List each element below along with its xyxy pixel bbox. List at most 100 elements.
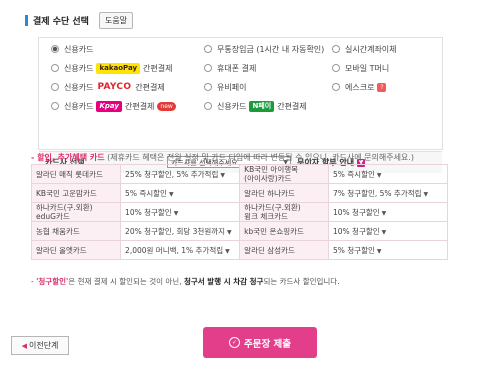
billing-discount-note: - '청구할인'은 현재 결제 시 할인되는 것이 아닌, 청구서 발행 시 차… — [31, 276, 340, 287]
benefit-cell[interactable]: 5% 즉시할인 ▼ — [327, 164, 449, 184]
table-row: KB국민 고운맘카드 5% 즉시할인 ▼ 알라딘 하나카드 7% 청구할인, 5% 추가… — [30, 183, 449, 203]
payco-logo-icon: PAYCO — [97, 81, 132, 92]
payment-option-tmoney[interactable]: 모바일 T머니 — [332, 61, 389, 75]
radio-selected-icon[interactable] — [51, 45, 59, 53]
page-title: 결제 수단 선택 — [33, 17, 89, 27]
card-name: 알라딘 매직 롯데카드 — [36, 169, 103, 179]
benefit-cell[interactable]: 25% 청구할인, 5% 추가적립 ▼ — [120, 164, 241, 184]
card-name-cell: 알라딘 삼성카드 — [239, 240, 329, 260]
table-row: 농협 채움카드 20% 청구할인, 회당 3천원까지 ▼ kb국민 온쇼핑카드 10% … — [30, 221, 449, 241]
benefit-text: 5% 청구할인 — [332, 245, 375, 255]
note-text-end: 되는 카드사 할인입니다. — [263, 277, 340, 286]
discount-card-table: 알라딘 매직 롯데카드 25% 청구할인, 5% 추가적립 ▼ KB국민 아이행복 (… — [30, 164, 449, 260]
radio-icon[interactable] — [204, 83, 212, 91]
benefit-text: 2,000원 머니백, 1% 추가적립 — [125, 245, 224, 255]
dropdown-arrow-icon: ▼ — [381, 209, 387, 217]
benefit-cell[interactable]: 5% 즉시할인 ▼ — [120, 183, 241, 203]
option-label: 휴대폰 결제 — [217, 63, 257, 73]
dropdown-arrow-icon: ▼ — [376, 171, 382, 179]
radio-icon[interactable] — [332, 45, 340, 53]
table-row: 알라딘 매직 롯데카드 25% 청구할인, 5% 추가적립 ▼ KB국민 아이행복 (… — [30, 164, 449, 184]
card-name-cell: 하나카드(구.외환) eduG카드 — [30, 202, 122, 222]
card-name-cell: 농협 채움카드 — [30, 221, 122, 241]
radio-icon[interactable] — [51, 64, 59, 72]
card-name-cell: 알라딘 하나카드 — [239, 183, 329, 203]
benefit-cell[interactable]: 10% 청구할인 ▼ — [120, 202, 241, 222]
payment-option-credit-card[interactable]: 신용카드 — [51, 42, 93, 56]
previous-step-label: 이전단계 — [28, 341, 59, 350]
card-name: 하나카드(구.외환) eduG카드 — [36, 203, 93, 221]
title-accent-bar — [25, 15, 28, 26]
card-name: 하나카드(구.외환) 윙크 체크카드 — [244, 203, 301, 221]
card-name: 농협 채움카드 — [36, 226, 80, 236]
table-row: 하나카드(구.외환) eduG카드 10% 청구할인 ▼ 하나카드(구.외환) 윙크 … — [30, 202, 449, 222]
radio-icon[interactable] — [204, 64, 212, 72]
benefit-cell[interactable]: 20% 청구할인, 회당 3천원까지 ▼ — [120, 221, 241, 241]
card-name-cell: 하나카드(구.외환) 윙크 체크카드 — [239, 202, 329, 222]
card-name: 알라딘 하나카드 — [244, 188, 295, 198]
option-label: 무통장입금 (1시간 내 자동확인) — [217, 44, 325, 54]
payment-option-ubpay[interactable]: 유비페이 — [204, 80, 246, 94]
card-name-cell: kb국민 온쇼핑카드 — [239, 221, 329, 241]
card-name: KB국민 고운맘카드 — [36, 188, 97, 198]
check-icon: ✓ — [228, 337, 240, 348]
naverpay-logo-icon: N페이 — [249, 100, 275, 112]
help-question-icon[interactable]: ? — [377, 82, 387, 92]
option-label: 신용카드 — [64, 82, 94, 92]
payment-option-realtime-transfer[interactable]: 실시간계좌이체 — [332, 42, 397, 56]
benefit-cell[interactable]: 10% 청구할인 ▼ — [327, 202, 449, 222]
card-name-cell: 알라딘 매직 롯데카드 — [30, 164, 122, 184]
benefit-text: 7% 청구할인, 5% 추가적립 — [332, 188, 422, 198]
note-emphasis: 청구서 발행 시 차감 청구 — [183, 277, 264, 286]
benefit-cell[interactable]: 5% 청구할인 ▼ — [327, 240, 449, 260]
option-label: 신용카드 — [64, 101, 94, 111]
dropdown-arrow-icon: ▼ — [227, 228, 232, 236]
dropdown-arrow-icon: ▼ — [423, 190, 429, 198]
radio-icon[interactable] — [332, 64, 340, 72]
payment-option-payco[interactable]: 신용카드 PAYCO 간편결제 — [51, 80, 165, 94]
help-button[interactable]: 도움말 — [99, 12, 133, 29]
submit-order-label: 주문장 제출 — [243, 338, 291, 350]
option-label-suffix: 간편결제 — [135, 82, 165, 92]
arrow-left-icon: ◀ — [21, 342, 27, 350]
payment-option-mobile-phone[interactable]: 휴대폰 결제 — [204, 61, 256, 75]
benefit-text: 25% 청구할인, 5% 추가적립 — [125, 169, 219, 179]
payment-option-naverpay[interactable]: 신용카드 N페이 간편결제 — [204, 99, 307, 113]
payment-method-box: 신용카드 무통장입금 (1시간 내 자동확인) 실시간계좌이체 신용카드 kak… — [38, 37, 443, 173]
benefit-text: 20% 청구할인, 회당 3천원까지 — [125, 226, 226, 236]
table-row: 알라딘 올엣카드 2,000원 머니백, 1% 추가적립 ▼ 알라딘 삼성카드 5% 청… — [30, 240, 449, 260]
previous-step-button[interactable]: ◀ 이전단계 — [11, 336, 69, 355]
payment-option-escrow[interactable]: 에스크로 ? — [332, 80, 387, 94]
benefit-text: 10% 청구할인 — [332, 207, 380, 217]
benefit-cell[interactable]: 2,000원 머니백, 1% 추가적립 ▼ — [120, 240, 241, 260]
card-name-cell: KB국민 아이행복 (아이사랑)카드 — [239, 164, 329, 184]
benefit-cell[interactable]: 10% 청구할인 ▼ — [327, 221, 449, 241]
card-name: KB국민 아이행복 (아이사랑)카드 — [244, 165, 299, 183]
submit-order-button[interactable]: ✓ 주문장 제출 — [203, 327, 317, 358]
benefit-text: 10% 청구할인 — [332, 226, 380, 236]
card-name: 알라딘 삼성카드 — [244, 245, 295, 255]
radio-icon[interactable] — [51, 102, 59, 110]
radio-icon[interactable] — [51, 83, 59, 91]
radio-icon[interactable] — [204, 45, 212, 53]
benefit-cell[interactable]: 7% 청구할인, 5% 추가적립 ▼ — [327, 183, 449, 203]
dropdown-arrow-icon: ▼ — [173, 209, 179, 217]
kakaopay-logo-icon: kakaoPay — [96, 62, 141, 74]
option-label-suffix: 간편결제 — [124, 101, 155, 111]
discount-subtitle: (제휴카드 혜택은 전월 실적 및 카드 타입에 따라 변동될 수 있으니, 카… — [107, 153, 414, 162]
dropdown-arrow-icon: ▼ — [168, 190, 174, 198]
option-label: 신용카드 — [64, 44, 94, 54]
dropdown-arrow-icon: ▼ — [220, 171, 225, 179]
option-label: 에스크로 — [345, 82, 375, 92]
option-label-suffix: 간편결제 — [143, 63, 173, 73]
benefit-text: 10% 청구할인 — [125, 207, 172, 217]
dropdown-arrow-icon: ▼ — [376, 247, 382, 255]
note-keyword: '청구할인' — [36, 277, 69, 286]
radio-icon[interactable] — [204, 102, 212, 110]
payment-option-bank-deposit[interactable]: 무통장입금 (1시간 내 자동확인) — [204, 42, 324, 56]
payment-option-kakaopay[interactable]: 신용카드 kakaoPay 간편결제 — [51, 61, 173, 75]
radio-icon[interactable] — [332, 83, 340, 91]
payment-option-kpay[interactable]: 신용카드 Kpay 간편결제 new — [51, 99, 176, 113]
option-label: 실시간계좌이체 — [345, 44, 397, 54]
new-badge: new — [157, 101, 176, 111]
